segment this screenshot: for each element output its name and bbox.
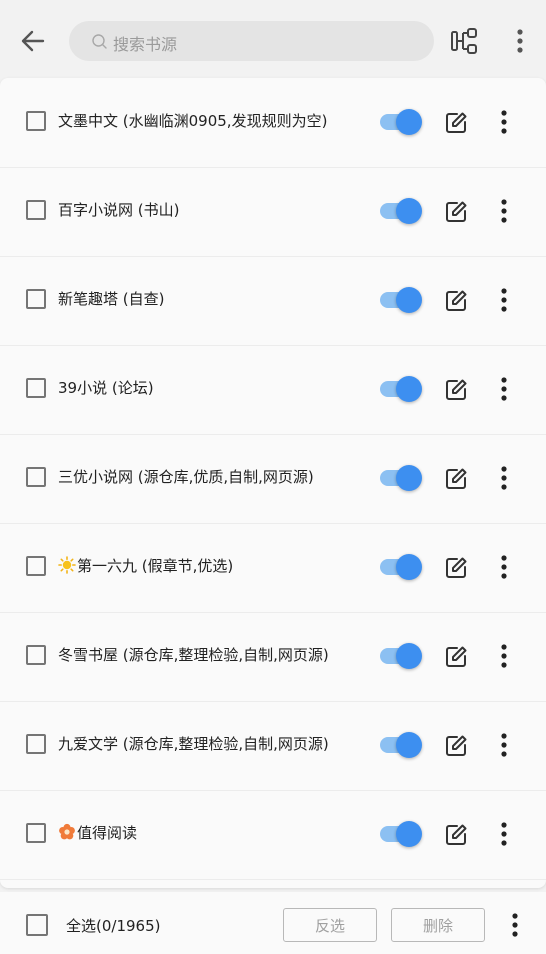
row-checkbox[interactable] xyxy=(26,289,46,309)
list-item[interactable]: 冬雪书屋 (源仓库,整理检验,自制,网页源) xyxy=(0,612,546,702)
invert-selection-button[interactable]: 反选 xyxy=(283,908,377,942)
select-all-label[interactable]: 全选(0/1965) xyxy=(66,915,160,936)
row-checkbox[interactable] xyxy=(26,378,46,398)
row-checkbox[interactable] xyxy=(26,734,46,754)
more-vert-icon[interactable] xyxy=(505,912,525,938)
edit-icon[interactable] xyxy=(444,467,468,491)
more-vert-icon[interactable] xyxy=(494,821,514,847)
enable-switch[interactable] xyxy=(378,376,422,402)
sort-icon[interactable] xyxy=(449,26,481,56)
row-checkbox[interactable] xyxy=(26,467,46,487)
list-item[interactable]: 第一六九 (假章节,优选) xyxy=(0,523,546,613)
source-name: 九爱文学 (源仓库,整理检验,自制,网页源) xyxy=(58,735,329,753)
source-name: 三优小说网 (源仓库,优质,自制,网页源) xyxy=(58,468,314,486)
more-vert-icon[interactable] xyxy=(494,643,514,669)
source-name: 值得阅读 xyxy=(77,824,138,842)
top-app-bar: 搜索书源 xyxy=(0,0,546,80)
edit-icon[interactable] xyxy=(444,378,468,402)
enable-switch[interactable] xyxy=(378,732,422,758)
row-checkbox[interactable] xyxy=(26,111,46,131)
list-item[interactable]: 新笔趣塔 (自查) xyxy=(0,256,546,346)
source-name: 文墨中文 (水幽临渊0905,发现规则为空) xyxy=(58,112,328,130)
enable-switch[interactable] xyxy=(378,109,422,135)
edit-icon[interactable] xyxy=(444,289,468,313)
back-arrow-icon[interactable] xyxy=(18,26,48,56)
more-vert-icon[interactable] xyxy=(494,732,514,758)
search-icon xyxy=(92,34,107,49)
row-checkbox[interactable] xyxy=(26,645,46,665)
source-name: 冬雪书屋 (源仓库,整理检验,自制,网页源) xyxy=(58,646,329,664)
search-placeholder: 搜索书源 xyxy=(113,35,178,54)
list-item[interactable]: 百字小说网 (书山) xyxy=(0,167,546,257)
enable-switch[interactable] xyxy=(378,554,422,580)
more-vert-icon[interactable] xyxy=(494,554,514,580)
list-item[interactable]: 值得阅读 xyxy=(0,790,546,880)
flower-icon xyxy=(59,823,75,840)
source-name: 第一六九 (假章节,优选) xyxy=(77,557,234,575)
list-item[interactable]: 39小说 (论坛) xyxy=(0,345,546,435)
bottom-action-bar: 全选(0/1965) 反选 删除 xyxy=(0,892,546,954)
more-vert-icon[interactable] xyxy=(494,109,514,135)
more-vert-icon[interactable] xyxy=(494,376,514,402)
edit-icon[interactable] xyxy=(444,556,468,580)
row-checkbox[interactable] xyxy=(26,200,46,220)
edit-icon[interactable] xyxy=(444,734,468,758)
select-all-checkbox[interactable] xyxy=(26,914,48,936)
sun-icon xyxy=(58,556,76,574)
edit-icon[interactable] xyxy=(444,200,468,224)
search-input[interactable]: 搜索书源 xyxy=(69,21,434,61)
source-name-wrap: 第一六九 (假章节,优选) xyxy=(58,555,233,576)
more-vert-icon[interactable] xyxy=(494,465,514,491)
more-vert-icon[interactable] xyxy=(494,198,514,224)
source-name: 39小说 (论坛) xyxy=(58,379,154,397)
edit-icon[interactable] xyxy=(444,111,468,135)
book-source-list: 文墨中文 (水幽临渊0905,发现规则为空) 百字小说网 (书山) 新笔趣塔 (… xyxy=(0,78,546,888)
source-name-wrap: 值得阅读 xyxy=(58,822,137,843)
edit-icon[interactable] xyxy=(444,823,468,847)
list-item[interactable]: 三优小说网 (源仓库,优质,自制,网页源) xyxy=(0,434,546,524)
edit-icon[interactable] xyxy=(444,645,468,669)
delete-button[interactable]: 删除 xyxy=(391,908,485,942)
source-name: 新笔趣塔 (自查) xyxy=(58,290,165,308)
list-item[interactable]: 九爱文学 (源仓库,整理检验,自制,网页源) xyxy=(0,701,546,791)
more-vert-icon[interactable] xyxy=(508,26,532,56)
enable-switch[interactable] xyxy=(378,465,422,491)
more-vert-icon[interactable] xyxy=(494,287,514,313)
row-checkbox[interactable] xyxy=(26,823,46,843)
enable-switch[interactable] xyxy=(378,198,422,224)
source-name: 百字小说网 (书山) xyxy=(58,201,180,219)
enable-switch[interactable] xyxy=(378,287,422,313)
list-item[interactable]: 文墨中文 (水幽临渊0905,发现规则为空) xyxy=(0,78,546,168)
row-checkbox[interactable] xyxy=(26,556,46,576)
enable-switch[interactable] xyxy=(378,643,422,669)
enable-switch[interactable] xyxy=(378,821,422,847)
